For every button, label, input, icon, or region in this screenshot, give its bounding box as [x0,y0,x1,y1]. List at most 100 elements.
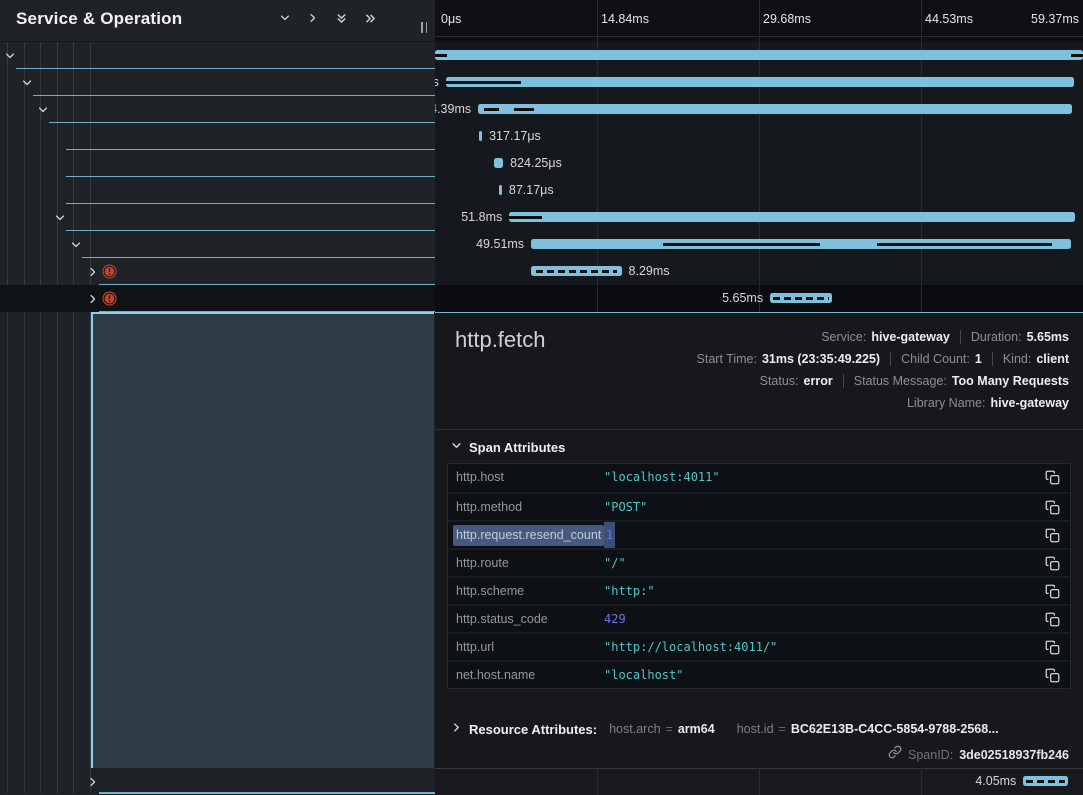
tree-row[interactable] [0,96,435,123]
double-chevron-right-icon[interactable] [364,12,377,25]
attribute-value: "localhost" [604,662,683,689]
tree-row[interactable] [0,69,435,96]
resource-key: host.id [737,722,774,736]
span-bar[interactable] [531,266,621,276]
tree-row[interactable] [0,285,435,312]
span-attributes-header[interactable]: Span Attributes [451,438,565,456]
child-span-marker [446,81,521,84]
timeline-span-row[interactable]: 4.05ms [435,768,1083,795]
panel-title: Service & Operation [16,9,182,29]
chevron-right-icon[interactable] [87,775,99,793]
tree-row[interactable] [0,768,435,795]
copy-icon[interactable] [1045,668,1060,688]
row-separator [99,792,436,794]
timeline-span-row[interactable]: 5.65ms [435,285,1083,312]
span-bar[interactable] [435,50,1083,60]
span-bar[interactable] [494,158,503,168]
child-span-markers [773,297,829,300]
tree-row[interactable] [0,42,435,69]
attribute-key: http.scheme [456,578,524,605]
span-bar[interactable] [446,77,1074,87]
meta-divider [890,352,891,366]
attribute-value: 429 [604,606,626,633]
meta-value: 1 [975,352,982,366]
span-meta-line: Service:hive-gatewayDuration:5.65ms [697,326,1069,348]
meta-divider [992,352,993,366]
span-meta-line: Start Time:31ms (23:35:49.225)Child Coun… [697,348,1069,370]
timeline-span-row[interactable] [435,42,1083,69]
tree-row[interactable] [0,258,435,285]
link-icon[interactable] [888,745,902,764]
resource-attributes-title[interactable]: Resource Attributes: [469,722,597,737]
child-span-markers [536,270,617,273]
attribute-key: http.status_code [456,606,548,633]
copy-icon[interactable] [1045,640,1060,660]
child-span-marker [663,243,820,246]
copy-icon[interactable] [1045,612,1060,632]
timeline-span-row[interactable]: 57.57ms [435,69,1083,96]
span-bar[interactable] [509,212,1074,222]
span-bar[interactable] [1023,776,1067,786]
meta-value: error [804,374,833,388]
child-span-marker [509,216,542,219]
chevron-down-icon[interactable] [70,238,82,256]
timeline-span-row[interactable]: 87.17μs [435,177,1083,204]
panel-resize-handle[interactable] [421,22,427,33]
copy-icon[interactable] [1045,500,1060,520]
tree-row[interactable] [0,204,435,231]
chevron-down-icon[interactable] [21,76,33,94]
meta-value: hive-gateway [871,330,950,344]
span-duration-label: 317.17μs [489,123,541,150]
chevron-right-icon[interactable] [307,12,319,25]
tree-row[interactable] [0,150,435,177]
attribute-row: http.status_code 429 [448,604,1070,632]
resource-equals: = [666,722,673,736]
span-bar[interactable] [479,131,482,141]
span-bar[interactable] [531,239,1071,249]
timeline-span-row[interactable]: 824.25μs [435,150,1083,177]
span-id-label: SpanID: [908,748,953,762]
span-title: http.fetch [455,327,546,353]
timeline-span-row[interactable]: 8.29ms [435,258,1083,285]
chevron-right-icon[interactable] [87,265,99,283]
meta-label: Duration: [971,330,1022,344]
timeline-span-row[interactable]: 317.17μs [435,123,1083,150]
span-bar[interactable] [770,293,832,303]
copy-icon[interactable] [1045,470,1060,490]
ruler-tick-label: 0μs [441,12,461,26]
tree-row[interactable] [0,123,435,150]
copy-icon[interactable] [1045,528,1060,548]
span-duration-label: 54.39ms [435,96,471,123]
ruler-tick-label: 14.84ms [601,12,649,26]
tree-row[interactable] [0,231,435,258]
detail-divider [435,429,1083,430]
resource-equals: = [779,722,786,736]
child-span-markers [1026,780,1066,783]
attribute-key: http.host [456,464,504,491]
meta-label: Status: [760,374,799,388]
span-bar[interactable] [499,185,502,195]
timeline-span-row[interactable]: 51.8ms [435,204,1083,231]
timeline-span-row[interactable]: 54.39ms [435,96,1083,123]
chevron-down-icon[interactable] [37,103,49,121]
chevron-down-icon[interactable] [54,211,66,229]
copy-icon[interactable] [1045,556,1060,576]
tree-row[interactable] [0,177,435,204]
attribute-row: http.request.resend_count1 [448,520,1070,548]
copy-icon[interactable] [1045,584,1060,604]
span-duration-label: 5.65ms [722,285,763,312]
service-operation-panel: Service & Operation [0,0,435,795]
attribute-value: "/" [604,550,626,577]
timeline-span-row[interactable]: 49.51ms [435,231,1083,258]
child-span-marker [484,108,499,111]
span-duration-label: 49.51ms [476,231,524,258]
chevron-down-icon[interactable] [4,49,16,67]
resource-value: BC62E13B-C4CC-5854-9788-2568... [791,722,999,736]
meta-label: Child Count: [901,352,970,366]
error-icon [102,264,117,284]
double-chevron-down-icon[interactable] [335,12,348,25]
chevron-right-icon[interactable] [87,292,99,310]
span-duration-label: 57.57ms [435,69,439,96]
chevron-down-icon[interactable] [279,12,291,25]
span-bar[interactable] [478,104,1072,114]
